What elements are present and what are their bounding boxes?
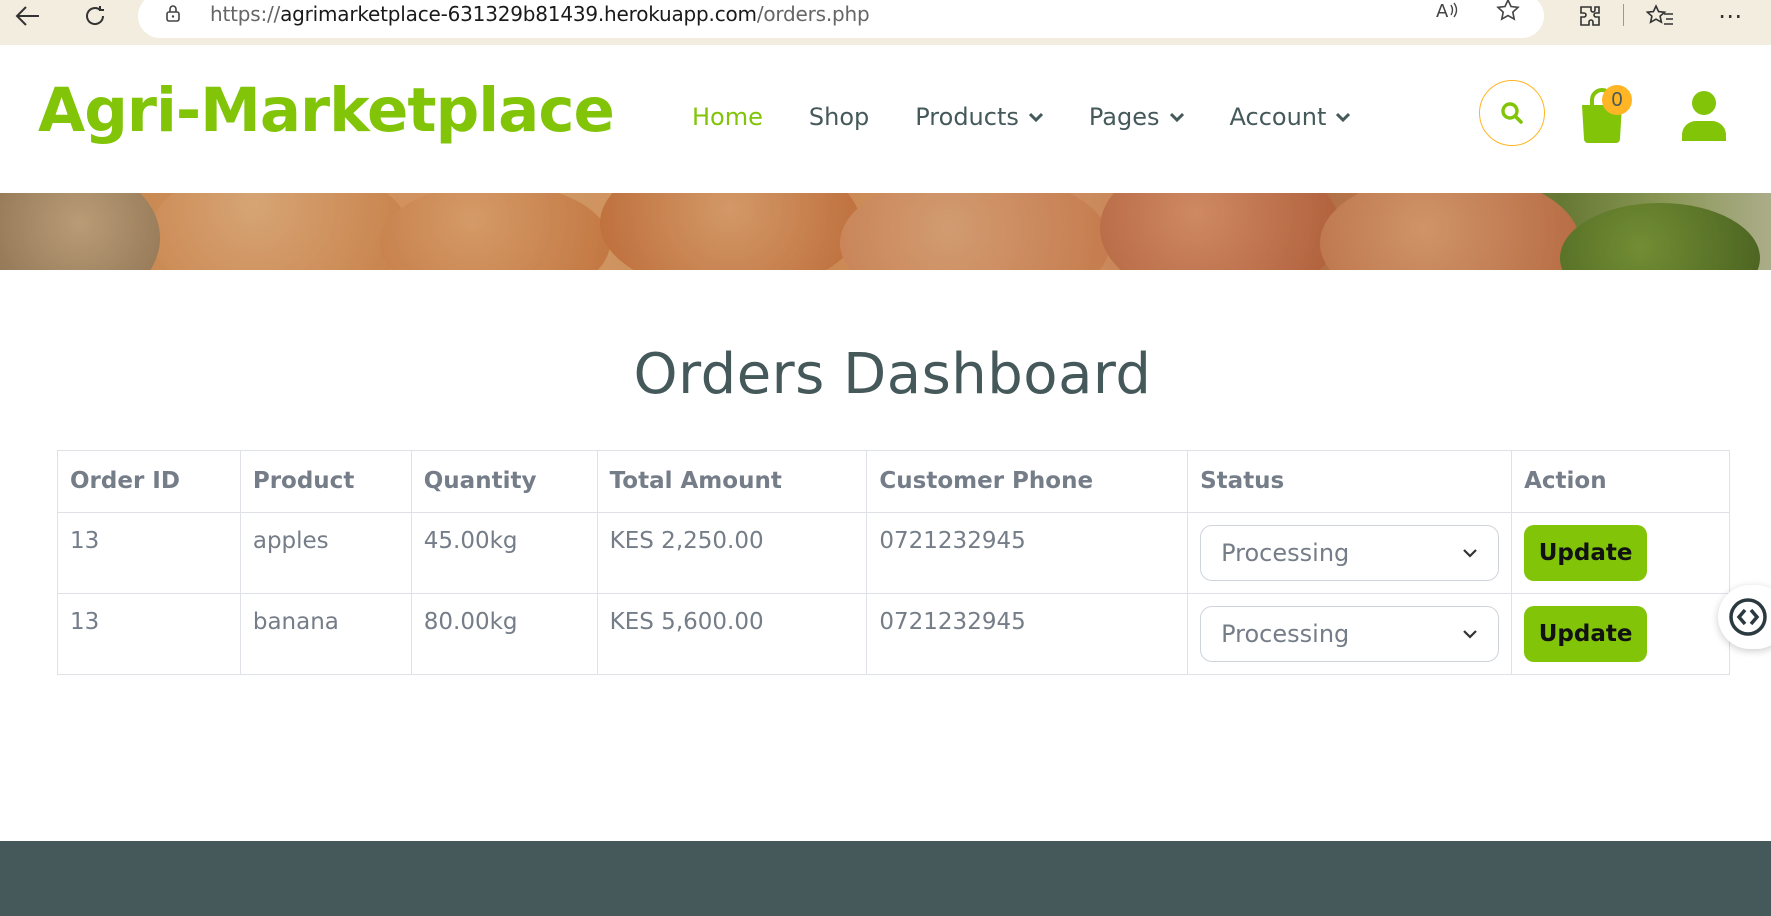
extensions-icon[interactable] bbox=[1572, 0, 1608, 32]
nav-account[interactable]: Account bbox=[1230, 103, 1351, 131]
total-amount-cell: KES 2,250.00 bbox=[596, 512, 868, 594]
main-nav: Home Shop Products Pages Account bbox=[692, 103, 1396, 131]
column-header-quantity: Quantity bbox=[410, 450, 598, 513]
nav-products[interactable]: Products bbox=[915, 103, 1043, 131]
quantity-cell: 45.00kg bbox=[410, 512, 598, 594]
chevron-down-icon bbox=[1336, 112, 1351, 122]
nav-products-label: Products bbox=[915, 103, 1019, 131]
customer-phone-cell: 0721232945 bbox=[866, 512, 1189, 594]
column-header-customer-phone: Customer Phone bbox=[866, 450, 1189, 513]
favorite-star-icon[interactable] bbox=[1493, 0, 1523, 26]
product-cell: apples bbox=[239, 512, 412, 594]
customer-phone-cell: 0721232945 bbox=[866, 593, 1189, 675]
update-button[interactable]: Update bbox=[1524, 606, 1648, 662]
chevron-down-icon bbox=[1169, 112, 1184, 122]
update-button[interactable]: Update bbox=[1524, 525, 1648, 581]
column-header-product: Product bbox=[239, 450, 412, 513]
site-header: Agri-Marketplace Home Shop Products Page… bbox=[0, 45, 1771, 193]
status-cell: Processing bbox=[1187, 593, 1513, 675]
table-header-row: Order ID Product Quantity Total Amount C… bbox=[57, 450, 1730, 513]
nav-account-label: Account bbox=[1229, 103, 1327, 131]
chevron-down-icon bbox=[1028, 112, 1043, 122]
action-cell: Update bbox=[1511, 512, 1730, 594]
column-header-order-id: Order ID bbox=[57, 450, 241, 513]
status-select-value: Processing bbox=[1221, 620, 1350, 648]
site-logo[interactable]: Agri-Marketplace bbox=[38, 75, 615, 146]
quantity-cell: 80.00kg bbox=[410, 593, 598, 675]
site-footer bbox=[0, 841, 1771, 916]
nav-pages[interactable]: Pages bbox=[1089, 103, 1184, 131]
code-brackets-icon bbox=[1729, 598, 1767, 636]
user-icon[interactable] bbox=[1680, 89, 1728, 141]
action-cell: Update bbox=[1511, 593, 1730, 675]
column-header-status: Status bbox=[1187, 450, 1513, 513]
column-header-action: Action bbox=[1511, 450, 1730, 513]
table-row: 13 apples 45.00kg KES 2,250.00 072123294… bbox=[57, 512, 1730, 594]
favorites-list-icon[interactable] bbox=[1642, 0, 1678, 32]
order-id-cell: 13 bbox=[57, 593, 241, 675]
read-aloud-icon[interactable]: A bbox=[1433, 0, 1463, 26]
hero-banner-image bbox=[0, 193, 1771, 270]
column-header-total-amount: Total Amount bbox=[596, 450, 868, 513]
chevron-down-icon bbox=[1463, 630, 1477, 639]
status-select[interactable]: Processing bbox=[1200, 525, 1500, 581]
status-select[interactable]: Processing bbox=[1200, 606, 1500, 662]
svg-text:A: A bbox=[1436, 1, 1449, 21]
chevron-down-icon bbox=[1463, 549, 1477, 558]
more-menu-icon[interactable]: ⋯ bbox=[1712, 0, 1748, 32]
status-cell: Processing bbox=[1187, 512, 1513, 594]
order-id-cell: 13 bbox=[57, 512, 241, 594]
nav-shop[interactable]: Shop bbox=[809, 103, 869, 131]
status-select-value: Processing bbox=[1221, 539, 1350, 567]
refresh-icon[interactable] bbox=[75, 0, 115, 32]
search-icon bbox=[1501, 102, 1523, 124]
browser-toolbar: https://agrimarketplace-631329b81439.her… bbox=[0, 0, 1771, 45]
total-amount-cell: KES 5,600.00 bbox=[596, 593, 868, 675]
address-bar[interactable]: https://agrimarketplace-631329b81439.her… bbox=[138, 0, 1544, 38]
product-cell: banana bbox=[239, 593, 412, 675]
back-icon[interactable] bbox=[8, 0, 48, 32]
lock-icon bbox=[166, 5, 180, 22]
banner-overlay bbox=[0, 193, 1771, 270]
url-text: https://agrimarketplace-631329b81439.her… bbox=[210, 2, 870, 26]
search-button[interactable] bbox=[1479, 80, 1545, 146]
nav-home-label: Home bbox=[692, 103, 763, 131]
nav-home[interactable]: Home bbox=[692, 103, 763, 131]
toolbar-divider bbox=[1623, 4, 1624, 26]
nav-shop-label: Shop bbox=[808, 103, 870, 131]
orders-table: Order ID Product Quantity Total Amount C… bbox=[57, 450, 1730, 675]
page-title: Orders Dashboard bbox=[633, 342, 1152, 407]
table-row: 13 banana 80.00kg KES 5,600.00 072123294… bbox=[57, 593, 1730, 675]
nav-pages-label: Pages bbox=[1088, 103, 1160, 131]
cart-count-badge: 0 bbox=[1602, 85, 1632, 115]
